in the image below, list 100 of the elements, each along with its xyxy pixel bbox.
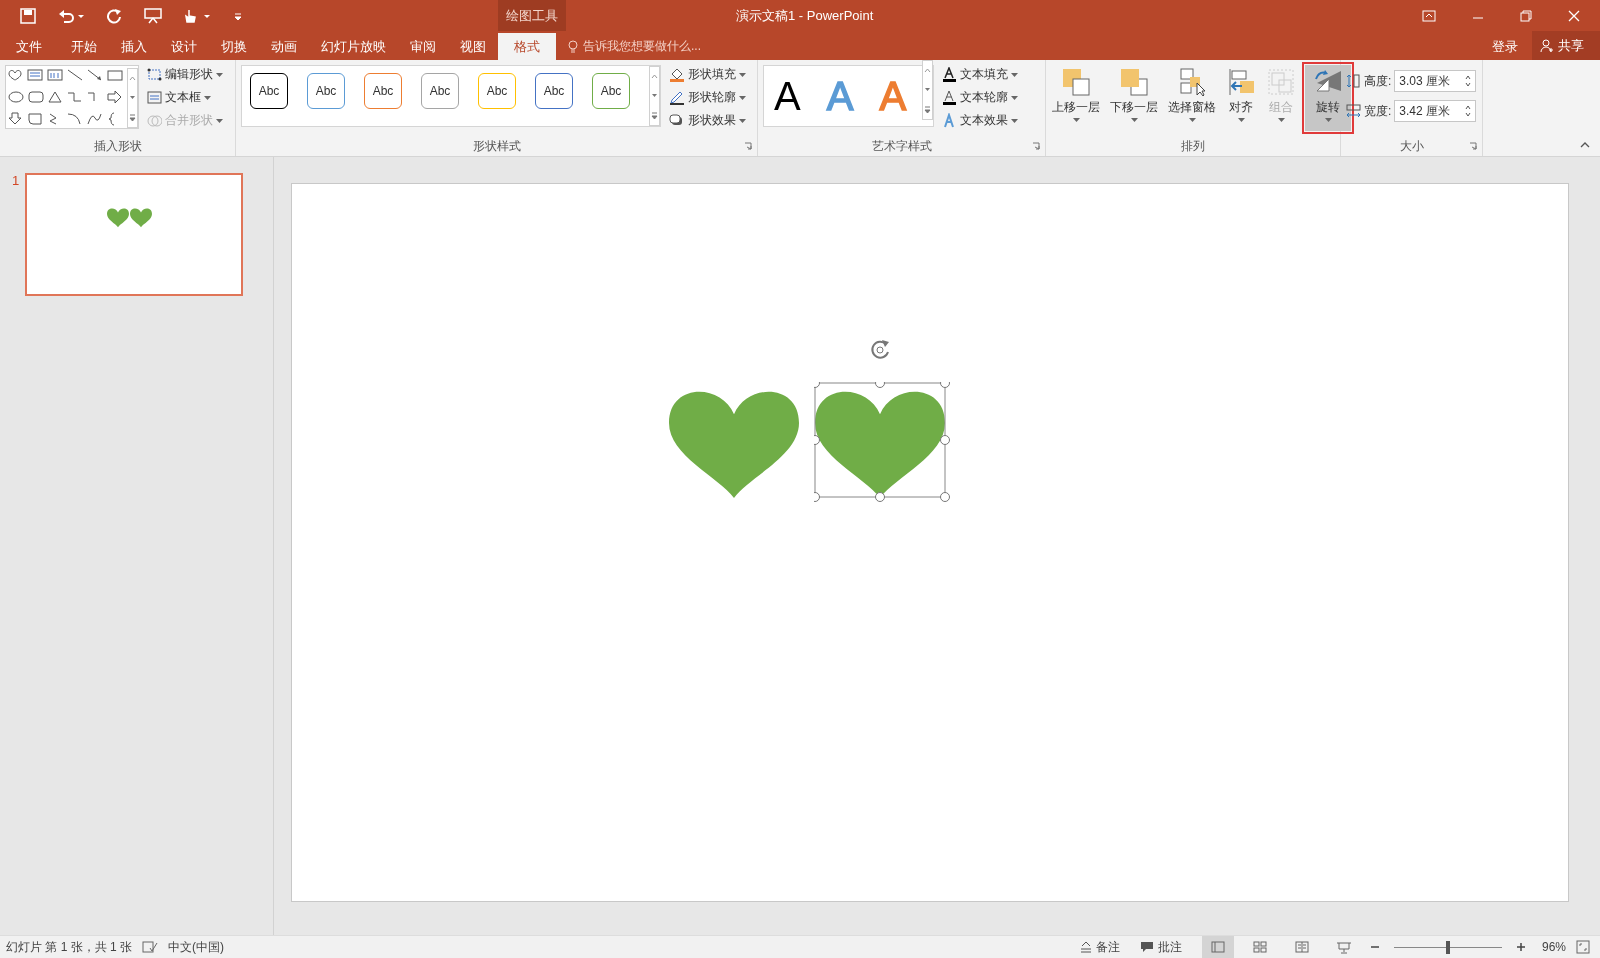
ribbon-button[interactable]: 上移一层 [1051, 65, 1101, 131]
slide-number: 1 [12, 173, 20, 190]
caret-icon [1011, 118, 1019, 123]
ribbon-button[interactable]: 旋转 [1305, 65, 1351, 131]
dialog-launcher-icon[interactable] [744, 142, 752, 150]
window-title: 演示文稿1 - PowerPoint [736, 6, 874, 25]
ribbon-tab[interactable]: 切换 [209, 33, 259, 60]
style-preset[interactable]: Abc [364, 73, 402, 109]
caret-icon [739, 72, 746, 77]
redo-icon[interactable] [106, 7, 122, 24]
ribbon-tab[interactable]: 文件 [0, 33, 59, 60]
reading-view-icon [1293, 940, 1310, 954]
group-label: 插入形状 [93, 137, 142, 155]
fit-to-window-icon[interactable] [1576, 940, 1590, 954]
ribbon-command[interactable]: 文本填充 [942, 65, 1019, 84]
fill-bucket-icon [669, 66, 685, 83]
style-preset[interactable]: Abc [592, 73, 630, 109]
ribbon-tab[interactable]: 插入 [109, 33, 159, 60]
ribbon-tab[interactable]: 格式 [498, 33, 556, 60]
ribbon-button[interactable]: 对齐 [1225, 65, 1257, 131]
caret-icon [1011, 95, 1019, 100]
notes-button[interactable]: 备注 [1079, 938, 1120, 956]
presentation-icon[interactable] [144, 7, 162, 24]
ribbon-command[interactable]: 形状轮廓 [669, 88, 746, 107]
ribbon-command[interactable]: 文本轮廓 [942, 88, 1019, 107]
send-backward-icon [1119, 67, 1149, 97]
caret-icon [216, 72, 223, 77]
slide-counter: 幻灯片 第 1 张，共 1 张 [6, 938, 133, 956]
group-label: 排列 [1181, 137, 1205, 155]
spinner-icon [1465, 75, 1472, 87]
caret-icon [216, 118, 223, 123]
ribbon-tab[interactable]: 审阅 [398, 33, 448, 60]
ribbon-command[interactable]: 形状效果 [669, 111, 746, 130]
gallery-scroll-icon[interactable] [649, 66, 660, 126]
spell-check-icon[interactable] [142, 940, 159, 954]
pencil-icon [669, 89, 685, 106]
size-field[interactable]: 3.03 厘米 [1394, 70, 1477, 92]
caret-icon [1072, 118, 1080, 122]
ribbon-tab[interactable]: 动画 [259, 33, 309, 60]
restore-icon[interactable] [1520, 9, 1532, 22]
contextual-tab-label: 绘图工具 [498, 0, 566, 31]
close-icon[interactable] [1568, 9, 1580, 22]
field-label: 高度: [1364, 72, 1392, 90]
ribbon-display-icon[interactable] [1422, 9, 1436, 22]
ribbon-tab[interactable]: 设计 [159, 33, 209, 60]
size-field[interactable]: 3.42 厘米 [1394, 100, 1477, 122]
group-label: 形状样式 [472, 137, 521, 155]
ribbon-button[interactable]: 选择窗格 [1167, 65, 1217, 131]
style-preset[interactable]: Abc [478, 73, 516, 109]
dialog-launcher-icon[interactable] [1032, 142, 1040, 150]
tell-me-field[interactable]: 告诉我您想要做什么... [568, 33, 701, 60]
lightbulb-icon [568, 39, 578, 54]
share-button[interactable]: 共享 [1532, 31, 1600, 60]
ribbon-command[interactable]: 编辑形状 [147, 65, 223, 84]
style-preset[interactable]: Abc [535, 73, 573, 109]
gallery-scroll-icon[interactable] [127, 68, 138, 128]
gallery-scroll-icon[interactable] [922, 60, 934, 120]
dialog-launcher-icon[interactable] [1469, 142, 1477, 150]
ribbon-tab[interactable]: 视图 [448, 33, 498, 60]
collapse-ribbon-icon[interactable] [1580, 142, 1590, 148]
caret-icon [1188, 118, 1196, 122]
height-icon [1346, 74, 1361, 88]
heart-shape[interactable] [814, 382, 950, 502]
spinner-icon [1465, 105, 1472, 117]
group-icon [1266, 67, 1296, 97]
wordart-preset[interactable]: A [774, 72, 801, 120]
normal-view-icon [1209, 940, 1226, 954]
save-icon[interactable] [20, 7, 36, 24]
touch-icon[interactable] [184, 7, 212, 24]
style-preset[interactable]: Abc [307, 73, 345, 109]
field-label: 宽度: [1364, 102, 1392, 120]
slideshow-icon [1335, 940, 1352, 954]
sign-in-link[interactable]: 登录 [1478, 33, 1532, 60]
style-preset[interactable]: Abc [250, 73, 288, 109]
caret-icon [1011, 72, 1019, 77]
ribbon-tab[interactable]: 幻灯片放映 [309, 33, 398, 60]
comments-button[interactable]: 批注 [1139, 938, 1182, 956]
zoom-level[interactable]: 96% [1541, 940, 1566, 954]
slide-sorter-icon [1251, 940, 1268, 954]
selection-pane-icon [1177, 67, 1207, 97]
ribbon-command[interactable]: 文本效果 [942, 111, 1019, 130]
edit-shape-icon [147, 67, 162, 82]
ribbon-command[interactable]: 形状填充 [669, 65, 746, 84]
style-preset[interactable]: Abc [421, 73, 459, 109]
shape-gallery-drawing[interactable] [8, 68, 124, 126]
zoom-in-icon[interactable] [1515, 942, 1526, 952]
ribbon-tab[interactable]: 开始 [59, 33, 109, 60]
ribbon-command[interactable]: 文本框 [147, 88, 223, 107]
undo-icon[interactable] [58, 7, 84, 24]
slide-thumbnail[interactable] [25, 173, 244, 296]
view-button[interactable] [1201, 936, 1234, 958]
comment-icon [1139, 941, 1154, 953]
width-icon [1346, 104, 1361, 118]
text-outline-icon [942, 89, 958, 106]
person-icon [1540, 38, 1554, 53]
group-label: 大小 [1399, 137, 1424, 155]
text-box-icon [147, 90, 162, 105]
notes-icon [1079, 941, 1092, 953]
language-indicator[interactable]: 中文(中国) [168, 938, 225, 956]
ribbon-button[interactable]: 下移一层 [1109, 65, 1159, 131]
